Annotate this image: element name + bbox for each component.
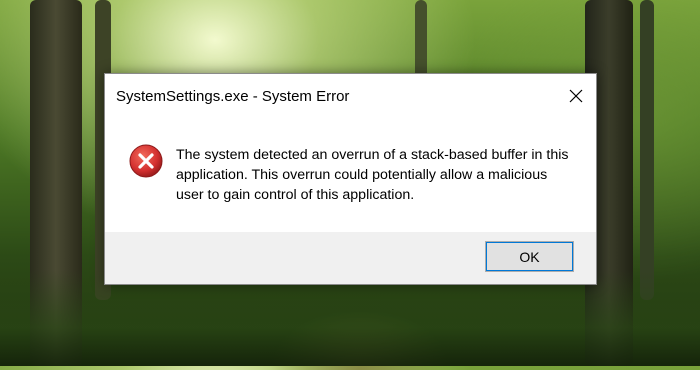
dialog-titlebar[interactable]: SystemSettings.exe - System Error [105, 74, 596, 120]
close-icon [569, 89, 583, 103]
tree-trunk [415, 0, 427, 80]
dialog-footer: OK [105, 232, 596, 284]
tree-trunk [640, 0, 654, 300]
error-dialog: SystemSettings.exe - System Error The sy… [104, 73, 597, 285]
error-icon [129, 144, 163, 178]
dialog-content: The system detected an overrun of a stac… [105, 120, 596, 233]
dialog-title: SystemSettings.exe - System Error [116, 88, 350, 105]
close-button[interactable] [562, 82, 590, 110]
ok-button[interactable]: OK [485, 241, 574, 272]
error-message: The system detected an overrun of a stac… [176, 147, 569, 203]
